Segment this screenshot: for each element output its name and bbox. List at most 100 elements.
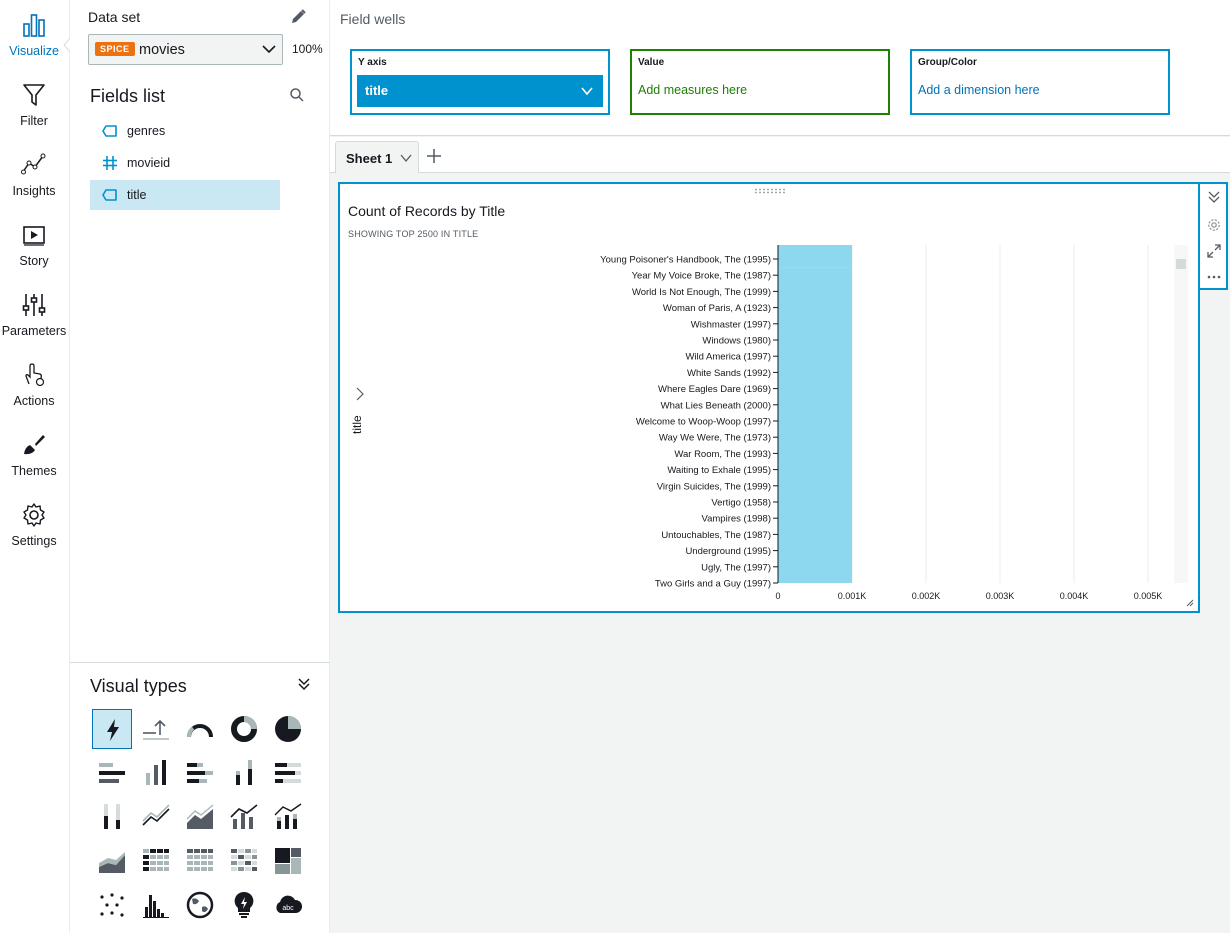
y-tick-label: Untouchables, The (1987) xyxy=(661,530,771,541)
combo-stacked-line-visual-button[interactable] xyxy=(268,797,308,837)
horizontal-stacked-bar-visual-button[interactable] xyxy=(180,753,220,793)
y-tick-label: Virgin Suicides, The (1999) xyxy=(657,481,771,492)
horizontal-bar-visual-button[interactable] xyxy=(92,753,132,793)
x-tick-label: 0.001K xyxy=(838,591,867,601)
y-tick-label: Waiting to Exhale (1995) xyxy=(667,465,771,476)
bar[interactable] xyxy=(778,267,852,284)
bar[interactable] xyxy=(778,331,852,349)
combo-bar-line-visual-button[interactable] xyxy=(224,797,264,837)
insight-visual-button[interactable] xyxy=(224,885,264,925)
bar[interactable] xyxy=(778,526,852,543)
donut-visual-button[interactable] xyxy=(224,709,264,749)
y-tick-label: Where Eagles Dare (1969) xyxy=(658,384,771,395)
gauge-visual-button[interactable] xyxy=(180,709,220,749)
nav-filter[interactable]: Filter xyxy=(0,82,68,128)
word-cloud-visual-button[interactable]: abc xyxy=(268,885,308,925)
well-label: Y axis xyxy=(358,57,387,68)
brush-icon xyxy=(24,435,45,455)
x-tick-label: 0.004K xyxy=(1060,591,1089,601)
bar[interactable] xyxy=(778,510,852,527)
chevron-down-icon xyxy=(581,87,593,96)
y-tick-label: War Room, The (1993) xyxy=(674,449,771,460)
double-chevron-down-icon[interactable] xyxy=(1207,190,1221,204)
bar[interactable] xyxy=(778,558,852,576)
vertical-bar-visual-button[interactable] xyxy=(136,753,176,793)
nav-label: Story xyxy=(19,254,49,268)
bar[interactable] xyxy=(778,364,852,381)
scrollbar-track[interactable] xyxy=(1174,245,1188,583)
autograph-visual-button[interactable] xyxy=(92,709,132,749)
line-visual-button[interactable] xyxy=(136,797,176,837)
plus-icon[interactable] xyxy=(426,148,442,164)
bar[interactable] xyxy=(778,493,852,511)
scatter-visual-button[interactable] xyxy=(92,885,132,925)
nav-themes[interactable]: Themes xyxy=(0,432,68,478)
histogram-visual-button[interactable] xyxy=(136,885,176,925)
scrollbar-thumb[interactable] xyxy=(1176,259,1186,269)
gear-icon[interactable] xyxy=(1207,218,1221,232)
y-axis-well[interactable]: Y axis title xyxy=(350,49,610,115)
area-line-visual-button[interactable] xyxy=(180,797,220,837)
nav-story[interactable]: Story xyxy=(0,222,68,268)
vertical-stacked-bar-visual-button[interactable] xyxy=(224,753,264,793)
bar[interactable] xyxy=(778,245,852,268)
chevron-down-icon[interactable] xyxy=(400,154,412,162)
resize-handle-icon[interactable] xyxy=(1186,599,1194,607)
bar[interactable] xyxy=(778,542,852,560)
chevron-right-icon[interactable] xyxy=(355,387,365,401)
filled-map-visual-button[interactable] xyxy=(180,885,220,925)
bar[interactable] xyxy=(778,299,852,317)
dimension-tag-icon xyxy=(102,125,117,137)
bar[interactable] xyxy=(778,461,852,479)
field-wells-title: Field wells xyxy=(340,11,406,27)
y-tick-label: Year My Voice Broke, The (1987) xyxy=(632,271,771,282)
nav-actions[interactable]: Actions xyxy=(0,362,68,408)
search-icon[interactable] xyxy=(289,87,305,103)
group-color-well[interactable]: Group/Color Add a dimension here xyxy=(910,49,1170,115)
bar[interactable] xyxy=(778,412,852,430)
kpi-visual-button[interactable] xyxy=(136,709,176,749)
bar[interactable] xyxy=(778,315,852,333)
pivot-table-icon xyxy=(143,849,169,871)
bar[interactable] xyxy=(778,477,852,495)
expand-icon[interactable] xyxy=(1207,244,1221,258)
bar[interactable] xyxy=(778,380,852,398)
bar-chart-icon xyxy=(23,14,45,37)
bar[interactable] xyxy=(778,445,852,462)
field-movieid[interactable]: movieid xyxy=(90,148,280,178)
value-well[interactable]: Value Add measures here xyxy=(630,49,890,115)
bar[interactable] xyxy=(778,429,852,446)
add-measures-link[interactable]: Add measures here xyxy=(638,83,747,97)
pencil-icon[interactable] xyxy=(289,8,307,26)
tree-map-icon xyxy=(275,848,301,874)
dataset-dropdown[interactable]: SPICE movies xyxy=(88,34,283,65)
add-dimension-link[interactable]: Add a dimension here xyxy=(918,83,1040,97)
double-chevron-down-icon[interactable] xyxy=(297,677,311,691)
pivot-table-visual-button[interactable] xyxy=(136,841,176,881)
tree-map-visual-button[interactable] xyxy=(268,841,308,881)
nav-insights[interactable]: Insights xyxy=(0,152,68,198)
drag-handle-icon[interactable] xyxy=(754,188,786,194)
heat-map-visual-button[interactable] xyxy=(224,841,264,881)
bar[interactable] xyxy=(778,283,852,300)
nav-parameters[interactable]: Parameters xyxy=(0,292,68,338)
y-axis-field-pill[interactable]: title xyxy=(357,75,603,107)
kpi-icon xyxy=(143,719,169,740)
more-options-icon[interactable] xyxy=(1207,270,1221,284)
horizontal-100-bar-visual-button[interactable] xyxy=(268,753,308,793)
nav-settings[interactable]: Settings xyxy=(0,502,68,548)
bar[interactable] xyxy=(778,574,852,583)
bar[interactable] xyxy=(778,396,852,414)
pie-visual-button[interactable] xyxy=(268,709,308,749)
nav-visualize[interactable]: Visualize xyxy=(0,12,68,58)
visual-card[interactable]: Young Poisoner's Handbook, The (1995) Yea… xyxy=(338,182,1200,613)
bar[interactable] xyxy=(778,348,852,365)
table-visual-button[interactable] xyxy=(180,841,220,881)
field-genres[interactable]: genres xyxy=(90,116,280,146)
field-title[interactable]: title xyxy=(90,180,280,210)
visual-title[interactable]: Count of Records by Title xyxy=(348,203,505,219)
nav-label: Filter xyxy=(20,114,48,128)
stacked-area-visual-button[interactable] xyxy=(92,841,132,881)
vertical-100-bar-visual-button[interactable] xyxy=(92,797,132,837)
tab-sheet-1[interactable]: Sheet 1 xyxy=(335,141,419,173)
